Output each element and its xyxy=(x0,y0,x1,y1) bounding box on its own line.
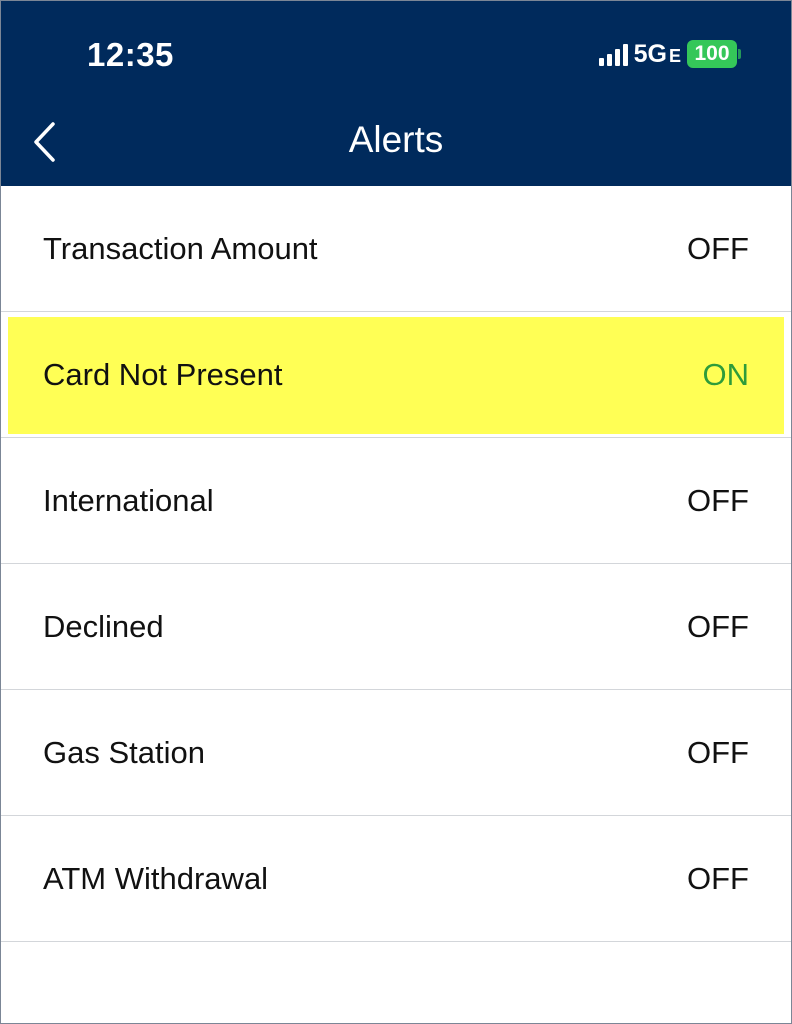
alert-status: OFF xyxy=(687,735,749,770)
alert-label: Declined xyxy=(43,609,164,644)
alert-status: OFF xyxy=(687,609,749,644)
status-time: 12:35 xyxy=(87,36,174,73)
alert-label: ATM Withdrawal xyxy=(43,861,269,896)
alert-status: OFF xyxy=(687,483,749,518)
alerts-list: Transaction Amount OFF Card Not Present … xyxy=(1,186,791,942)
app-screen: 12:35 5G E 100 Alerts Transaction Amount… xyxy=(0,0,792,1024)
alert-status: OFF xyxy=(687,861,749,896)
network-type: 5G E xyxy=(634,40,681,69)
alert-label: Card Not Present xyxy=(43,357,283,392)
battery-level: 100 xyxy=(687,40,737,68)
alert-row-card-not-present[interactable]: Card Not Present ON xyxy=(1,312,791,438)
alert-status: OFF xyxy=(687,231,749,266)
alert-label: International xyxy=(43,483,214,518)
battery-icon: 100 xyxy=(687,40,741,68)
alert-row-transaction-amount[interactable]: Transaction Amount OFF xyxy=(1,186,791,312)
alert-row-atm-withdrawal[interactable]: ATM Withdrawal OFF xyxy=(1,816,791,942)
alert-label: Transaction Amount xyxy=(43,231,318,266)
alert-row-declined[interactable]: Declined OFF xyxy=(1,564,791,690)
page-title: Alerts xyxy=(348,119,444,160)
alert-row-gas-station[interactable]: Gas Station OFF xyxy=(1,690,791,816)
battery-cap xyxy=(738,49,741,59)
header-bar: 12:35 5G E 100 Alerts xyxy=(1,1,791,186)
cellular-signal-icon xyxy=(598,42,628,66)
alert-status: ON xyxy=(702,357,750,392)
status-indicators: 5G E 100 xyxy=(598,39,741,69)
network-label: 5G xyxy=(633,39,667,68)
alert-row-international[interactable]: International OFF xyxy=(1,438,791,564)
alert-label: Gas Station xyxy=(43,735,205,770)
network-suffix: E xyxy=(668,45,681,66)
